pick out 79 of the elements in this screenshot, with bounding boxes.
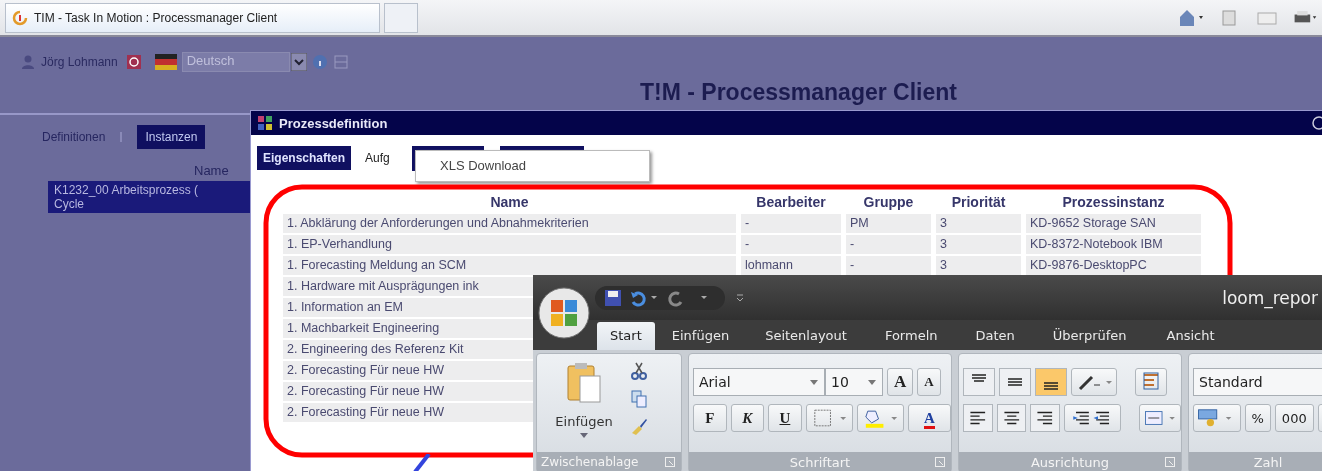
scissors-icon[interactable] [631, 362, 647, 380]
user-icon [20, 54, 36, 70]
font-style-button[interactable]: F [693, 404, 727, 432]
table-cell: - [741, 214, 841, 233]
wrap-text-icon[interactable] [1135, 368, 1167, 396]
align-icon[interactable] [999, 368, 1031, 396]
font-style-button[interactable]: K [730, 404, 765, 432]
ribbon-tab[interactable]: Überprüfen [1039, 322, 1140, 350]
dialog-tab[interactable]: Aufg [359, 146, 396, 170]
text-orientation-icon[interactable] [1071, 368, 1117, 396]
table-cell: 3 [936, 214, 1021, 233]
column-header: Name [489, 193, 530, 212]
brush-icon[interactable] [631, 418, 647, 436]
app-title: T!M - Processmanager Client [640, 79, 958, 107]
merge-cells-icon[interactable] [1138, 404, 1181, 432]
table-cell: - [846, 235, 931, 254]
flag-icon [154, 54, 177, 70]
table-cell: KD-9652 Storage SAN [1026, 214, 1201, 233]
ribbon-tab[interactable]: Ansicht [1153, 322, 1228, 350]
ribbon-tab[interactable]: Start [597, 322, 655, 350]
ribbon-tab[interactable]: Seitenlayout [752, 322, 860, 350]
number-format-field[interactable]: Standard [1193, 368, 1322, 396]
table-cell: KD-9876-DesktopPC [1026, 256, 1201, 275]
group-label: Zwischenablage [541, 455, 639, 469]
process-icon [257, 115, 273, 131]
table-cell: 1. Forecasting Meldung an SCM [283, 256, 736, 275]
group-label: Schriftart [789, 454, 851, 470]
logout-icon[interactable] [125, 54, 142, 70]
table-cell: 1. EP-Verhandlung [283, 235, 736, 254]
info-icon[interactable] [311, 54, 328, 70]
group-label: Zahl [1253, 454, 1283, 470]
thousands-button[interactable]: 000 [1274, 404, 1314, 432]
ribbon-tab[interactable]: Formeln [871, 322, 951, 350]
dialog-tab[interactable]: Eigenschaften [257, 146, 352, 170]
fill-color-icon[interactable] [856, 404, 904, 432]
window-title: loom_repor [1222, 287, 1318, 308]
indent-icon[interactable] [1063, 404, 1121, 432]
page-icon [12, 9, 28, 26]
align-icon[interactable] [963, 368, 995, 396]
caret-icon [868, 379, 876, 385]
column-header: Prozessinstanz [1061, 193, 1166, 212]
column-header: Name [194, 163, 230, 178]
font-color-button[interactable]: A [907, 404, 951, 432]
dropdown-arrow-icon[interactable] [290, 53, 307, 71]
font-style-button[interactable]: U [768, 404, 802, 432]
column-header: Gruppe [862, 193, 915, 212]
table-cell: 3 [936, 256, 1021, 275]
panel-tab[interactable]: Instanzen [137, 125, 206, 149]
table-cell: KD-8372-Notebook IBM [1026, 235, 1201, 254]
font-size-field[interactable]: 10 [825, 368, 883, 396]
table-cell: - [846, 256, 931, 275]
home-icon[interactable] [1178, 7, 1204, 28]
table-cell: PM [846, 214, 931, 233]
table-cell: 3 [936, 235, 1021, 254]
grow-font-button[interactable]: A [887, 368, 914, 396]
table-cell: lohmann [741, 256, 841, 275]
customize-icon[interactable] [735, 291, 745, 304]
align-icon[interactable] [1030, 404, 1060, 432]
table-cell: 1. Abklärung der Anforderungen und Abnahmekriterien [283, 214, 736, 233]
currency-icon[interactable] [1193, 404, 1241, 432]
table-cell: - [741, 235, 841, 254]
user-name: Jörg Lohmann [41, 55, 118, 69]
column-header: Bearbeiter [755, 193, 827, 212]
close-icon[interactable] [1309, 115, 1322, 131]
caret-icon [810, 379, 818, 385]
align-icon[interactable] [996, 404, 1027, 432]
clipboard-icon [566, 362, 602, 404]
group-label: Ausrichtung [1030, 454, 1110, 470]
browser-tab[interactable]: TIM - Task In Motion : Processmanager Client [5, 2, 380, 33]
align-icon[interactable] [963, 404, 993, 432]
column-header: Priorität [950, 193, 1007, 212]
font-name-field[interactable]: Arial [693, 368, 825, 396]
ribbon-tab[interactable]: Daten [962, 322, 1028, 350]
shrink-font-button[interactable]: A [917, 368, 941, 396]
menu-item[interactable]: XLS Download [416, 151, 649, 173]
percent-button[interactable]: % [1244, 404, 1271, 432]
caret-icon [580, 433, 588, 438]
dialog-title: Prozessdefinition [279, 115, 388, 131]
copy-icon[interactable] [631, 390, 647, 408]
